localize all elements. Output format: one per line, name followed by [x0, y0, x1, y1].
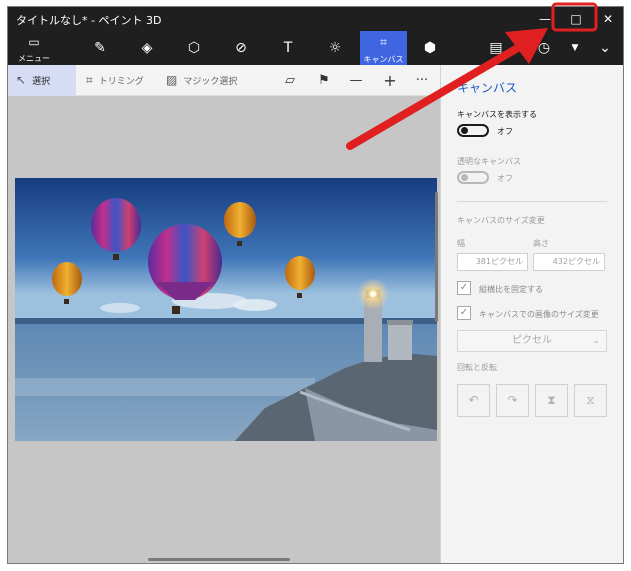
- panel-title: キャンバス: [457, 81, 518, 95]
- width-field[interactable]: 381ピクセル: [457, 253, 528, 271]
- 2d-shapes-button[interactable]: ◈: [127, 31, 167, 65]
- caret-down-icon: ▼: [571, 43, 579, 53]
- transparent-canvas-toggle[interactable]: [457, 171, 489, 184]
- close-button[interactable]: ✕: [593, 7, 623, 31]
- sun-icon: ☼: [328, 40, 342, 56]
- more-options-button[interactable]: ···: [408, 65, 436, 96]
- paint3d-window: タイトルなし* - ペイント 3D — □ ✕ ▭ メニュー ✎ ◈ ⬡ ⊘ T…: [7, 6, 624, 564]
- menu-label: メニュー: [18, 54, 50, 63]
- show-canvas-toggle[interactable]: [457, 124, 489, 137]
- flag-icon: ⚑: [318, 73, 330, 88]
- toggle-knob: [461, 127, 468, 134]
- resize-image-checkbox[interactable]: ✓: [457, 306, 471, 320]
- zoom-out-button[interactable]: —: [342, 65, 370, 96]
- lock-aspect-checkbox[interactable]: ✓: [457, 281, 471, 295]
- flip-vertical-button[interactable]: ⧖: [574, 384, 607, 417]
- transparent-canvas-state: オフ: [497, 174, 513, 183]
- window-title: タイトルなし* - ペイント 3D: [16, 14, 162, 27]
- maximize-button[interactable]: □: [561, 7, 591, 31]
- mixed-reality-button[interactable]: ⚑: [310, 65, 338, 96]
- unit-value: ピクセル: [512, 335, 552, 346]
- toggle-knob: [461, 174, 468, 181]
- rotate-right-button[interactable]: ↷: [496, 384, 529, 417]
- flip-horizontal-icon: ⧗: [547, 393, 556, 407]
- rotate-right-icon: ↷: [507, 393, 518, 407]
- zoom-in-button[interactable]: +: [376, 65, 404, 96]
- show-canvas-label: キャンバスを表示する: [457, 110, 537, 119]
- horizontal-scrollbar[interactable]: [148, 558, 290, 561]
- lighthouse-balloons-photo: [15, 178, 437, 441]
- magic-select-icon: ▨: [166, 73, 178, 87]
- menu-button[interactable]: ▭ メニュー: [12, 31, 56, 65]
- lock-aspect-label: 縦横比を固定する: [479, 285, 543, 294]
- trim-label: トリミング: [98, 77, 144, 87]
- 3d-shapes-button[interactable]: ⬡: [174, 31, 214, 65]
- chevron-down-icon: ⌄: [592, 336, 600, 346]
- cursor-icon: ↖: [16, 73, 27, 87]
- 3d-library-button[interactable]: ⬢: [410, 31, 450, 65]
- paste-icon: ▤: [489, 40, 503, 56]
- collapse-toolbar-button[interactable]: ⌄: [590, 31, 620, 65]
- stickers-button[interactable]: ⊘: [221, 31, 261, 65]
- paste-button[interactable]: ▤: [476, 31, 516, 65]
- brush-icon: ✎: [94, 40, 106, 56]
- divider: [457, 201, 607, 202]
- unit-dropdown[interactable]: ピクセル ⌄: [457, 330, 607, 352]
- flip-horizontal-button[interactable]: ⧗: [535, 384, 568, 417]
- more-icon: ···: [415, 73, 429, 88]
- minimize-button[interactable]: —: [530, 7, 560, 31]
- vertical-scrollbar[interactable]: [435, 192, 438, 322]
- flip-vertical-icon: ⧖: [586, 393, 595, 407]
- title-bar: タイトルなし* - ペイント 3D — □ ✕: [8, 7, 623, 31]
- history-icon: ◷: [537, 40, 551, 56]
- library-icon: ⬢: [423, 40, 437, 56]
- folder-icon: ▭: [28, 35, 40, 49]
- effects-button[interactable]: ☼: [315, 31, 355, 65]
- view-3d-icon: ▱: [285, 73, 295, 88]
- main-toolbar: ▭ メニュー ✎ ◈ ⬡ ⊘ T ☼ ⌗ キャンバス ⬢ ▤ ◷ ▼ ⌄: [8, 31, 623, 65]
- magic-select-tool[interactable]: ▨ マジック選択: [166, 65, 237, 96]
- transparent-canvas-label: 透明なキャンバス: [457, 157, 521, 166]
- crop-icon: ⌗: [86, 73, 93, 87]
- rotate-flip-label: 回転と反転: [457, 363, 497, 372]
- canvas-workspace[interactable]: [8, 96, 440, 563]
- text-icon: T: [283, 40, 293, 56]
- canvas-icon: ⌗: [380, 35, 387, 49]
- width-label: 幅: [457, 239, 465, 248]
- select-tool[interactable]: ↖ 選択: [8, 65, 76, 96]
- history-button[interactable]: ◷: [524, 31, 564, 65]
- rotate-left-button[interactable]: ↶: [457, 384, 490, 417]
- chevron-down-icon: ⌄: [599, 40, 611, 56]
- overflow-dropdown-button[interactable]: ▼: [562, 31, 588, 65]
- resize-canvas-label: キャンバスのサイズ変更: [457, 216, 545, 225]
- magic-select-label: マジック選択: [183, 77, 238, 87]
- canvas-panel: キャンバス キャンバスを表示する オフ 透明なキャンバス オフ キャンバスのサイ…: [440, 65, 623, 563]
- cube-icon: ⬡: [187, 40, 201, 56]
- select-label: 選択: [32, 77, 51, 87]
- shapes-2d-icon: ◈: [141, 40, 153, 56]
- minus-icon: —: [349, 73, 363, 88]
- height-field[interactable]: 432ピクセル: [533, 253, 605, 271]
- show-canvas-state: オフ: [497, 127, 513, 136]
- canvas-image[interactable]: [15, 178, 437, 441]
- trim-tool[interactable]: ⌗ トリミング: [86, 65, 144, 96]
- rotate-left-icon: ↶: [468, 393, 479, 407]
- resize-image-label: キャンバスでの画像のサイズ変更: [479, 310, 599, 319]
- height-label: 高さ: [533, 239, 549, 248]
- view-3d-button[interactable]: ▱: [276, 65, 304, 96]
- canvas-button[interactable]: ⌗ キャンバス: [360, 31, 407, 65]
- sticker-icon: ⊘: [235, 40, 247, 56]
- brushes-button[interactable]: ✎: [80, 31, 120, 65]
- text-button[interactable]: T: [268, 31, 308, 65]
- plus-icon: +: [383, 71, 397, 90]
